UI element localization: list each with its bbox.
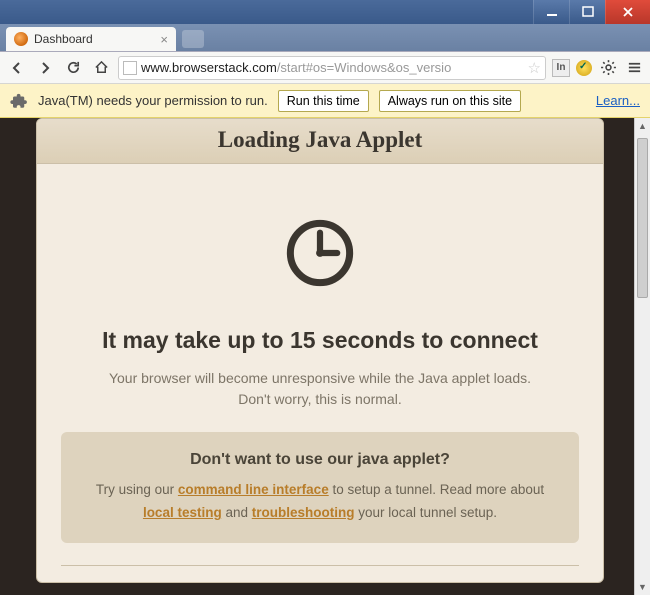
window-close-button[interactable] [605, 0, 650, 24]
new-tab-button[interactable] [182, 30, 204, 48]
plugin-puzzle-icon [10, 92, 28, 110]
nav-reload-button[interactable] [62, 57, 84, 79]
reload-icon [66, 60, 81, 75]
alternative-text: Try using our command line interface to … [83, 479, 557, 525]
browser-menu-button[interactable] [624, 58, 644, 78]
scrollbar-thumb[interactable] [637, 138, 648, 298]
extension-norton-icon[interactable] [576, 60, 592, 76]
url-bar[interactable]: www.browserstack.com/start#os=Windows&os… [118, 56, 546, 80]
cli-link[interactable]: command line interface [178, 482, 329, 497]
separator [61, 565, 579, 566]
maximize-icon [582, 6, 594, 18]
card-title: Loading Java Applet [37, 119, 603, 164]
bookmark-star-button[interactable]: ☆ [528, 59, 541, 77]
vertical-scrollbar[interactable]: ▲ ▼ [634, 118, 650, 595]
favicon-icon [14, 32, 28, 46]
java-permission-infobar: Java(TM) needs your permission to run. R… [0, 84, 650, 118]
nav-home-button[interactable] [90, 57, 112, 79]
learn-more-link[interactable]: Learn... [596, 93, 640, 108]
local-testing-link[interactable]: local testing [143, 505, 222, 520]
infobar-message: Java(TM) needs your permission to run. [38, 93, 268, 108]
url-path: /start#os=Windows&os_versio [277, 60, 452, 75]
loading-subtext: Your browser will become unresponsive wh… [61, 368, 579, 410]
scroll-down-button[interactable]: ▼ [635, 579, 650, 595]
page-viewport: Loading Java Applet It may take up to 15… [0, 118, 650, 595]
alternative-box: Don't want to use our java applet? Try u… [61, 432, 579, 543]
alternative-title: Don't want to use our java applet? [83, 446, 557, 473]
extension-in-icon[interactable]: In [552, 59, 570, 77]
arrow-left-icon [9, 60, 25, 76]
nav-forward-button[interactable] [34, 57, 56, 79]
menu-icon [627, 60, 642, 75]
loading-headline: It may take up to 15 seconds to connect [61, 327, 579, 354]
minimize-icon [546, 6, 558, 18]
page-content: Loading Java Applet It may take up to 15… [0, 118, 634, 595]
nav-back-button[interactable] [6, 57, 28, 79]
url-host: www.browserstack.com [141, 60, 277, 75]
window-maximize-button[interactable] [569, 0, 605, 24]
gear-icon [600, 59, 617, 76]
window-titlebar [0, 0, 650, 24]
close-icon [622, 6, 634, 18]
settings-gear-button[interactable] [598, 58, 618, 78]
tab-close-button[interactable]: × [160, 32, 168, 47]
arrow-right-icon [37, 60, 53, 76]
loading-card: Loading Java Applet It may take up to 15… [36, 118, 604, 583]
scroll-up-button[interactable]: ▲ [635, 118, 650, 134]
home-icon [94, 60, 109, 75]
always-run-button[interactable]: Always run on this site [379, 90, 521, 112]
url-text: www.browserstack.com/start#os=Windows&os… [141, 60, 451, 75]
tab-title: Dashboard [34, 32, 93, 46]
tab-strip: Dashboard × [0, 24, 650, 52]
run-this-time-button[interactable]: Run this time [278, 90, 369, 112]
page-icon [123, 61, 137, 75]
clock-icon [281, 214, 359, 292]
troubleshooting-link[interactable]: troubleshooting [252, 505, 355, 520]
browser-tab[interactable]: Dashboard × [6, 27, 176, 51]
window-minimize-button[interactable] [533, 0, 569, 24]
browser-toolbar: www.browserstack.com/start#os=Windows&os… [0, 52, 650, 84]
